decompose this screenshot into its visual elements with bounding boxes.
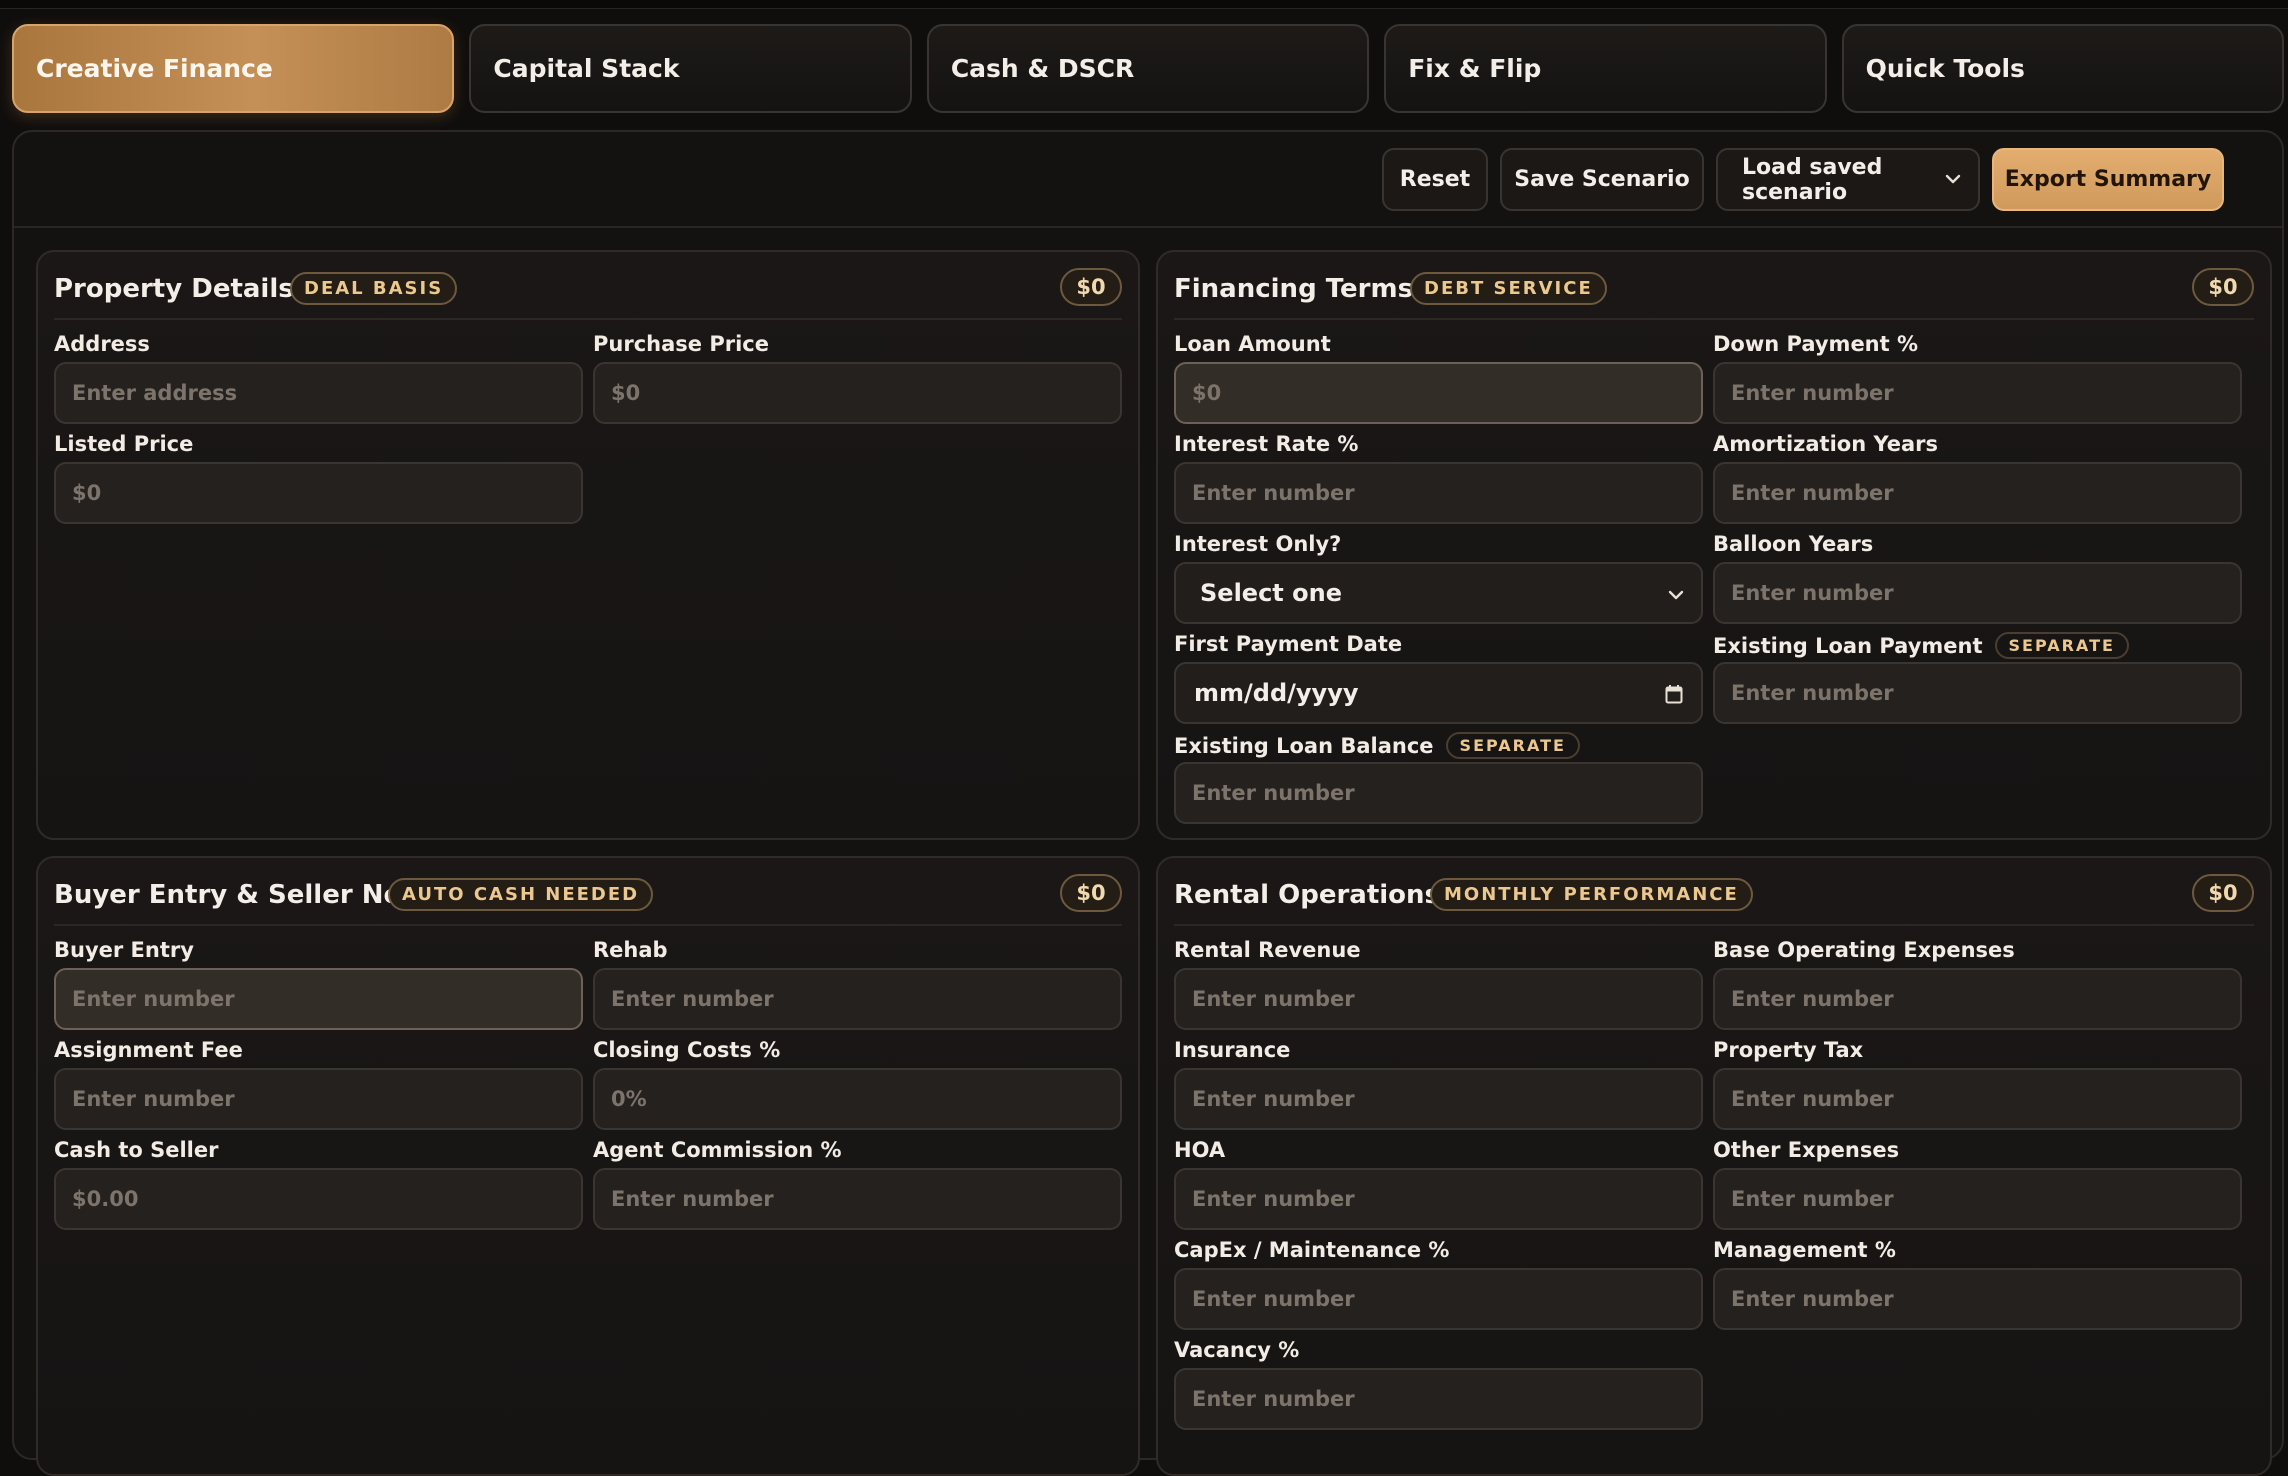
insurance-input[interactable]: Enter number [1174, 1068, 1703, 1130]
buyer-entry-input[interactable]: Enter number [54, 968, 583, 1030]
vacancy-label: Vacancy % [1174, 1338, 1300, 1362]
existing-loan-balance-text: Existing Loan Balance [1174, 734, 1434, 758]
load-scenario-select[interactable]: Load saved scenario [1716, 148, 1980, 211]
toolbar: Reset Save Scenario Load saved scenario … [14, 132, 2282, 228]
rental-revenue-input[interactable]: Enter number [1174, 968, 1703, 1030]
card-total-amount: $0 [2192, 268, 2254, 306]
calendar-icon[interactable] [1665, 684, 1683, 704]
rehab-label: Rehab [593, 938, 668, 962]
interest-only-select[interactable]: Select one [1174, 562, 1703, 624]
address-label: Address [54, 332, 150, 356]
card-title: Rental Operations [1174, 880, 1441, 910]
buyer-entry-label: Buyer Entry [54, 938, 194, 962]
existing-loan-balance-input[interactable]: Enter number [1174, 762, 1703, 824]
first-payment-date-input[interactable]: mm/dd/yyyy [1174, 662, 1703, 724]
chevron-down-icon [1668, 590, 1684, 600]
property-details-card: Property Details DEAL BASIS $0 Address E… [36, 250, 1140, 840]
tab-creative-finance[interactable]: Creative Finance [12, 24, 455, 113]
tab-fix-flip[interactable]: Fix & Flip [1384, 24, 1827, 113]
insurance-label: Insurance [1174, 1038, 1291, 1062]
tab-quick-tools[interactable]: Quick Tools [1841, 24, 2285, 113]
address-input[interactable]: Enter address [54, 362, 583, 424]
closing-costs-label: Closing Costs % [593, 1038, 781, 1062]
other-expenses-input[interactable]: Enter number [1713, 1168, 2242, 1230]
export-summary-button[interactable]: Export Summary [1992, 148, 2224, 211]
assignment-fee-input[interactable]: Enter number [54, 1068, 583, 1130]
card-title: Buyer Entry & Seller Net [54, 880, 414, 910]
amortization-input[interactable]: Enter number [1713, 462, 2242, 524]
rehab-input[interactable]: Enter number [593, 968, 1122, 1030]
existing-loan-payment-text: Existing Loan Payment [1713, 634, 1983, 658]
card-header: Financing Terms DEBT SERVICE $0 [1174, 268, 2254, 320]
calculator-tabs: Creative Finance Capital Stack Cash & DS… [12, 24, 2285, 113]
base-opex-label: Base Operating Expenses [1713, 938, 2015, 962]
tab-capital-stack[interactable]: Capital Stack [469, 24, 912, 113]
hoa-label: HOA [1174, 1138, 1226, 1162]
down-payment-label: Down Payment % [1713, 332, 1919, 356]
interest-only-label: Interest Only? [1174, 532, 1342, 556]
capex-label: CapEx / Maintenance % [1174, 1238, 1450, 1262]
card-total-amount: $0 [1060, 874, 1122, 912]
balloon-years-label: Balloon Years [1713, 532, 1874, 556]
card-title: Property Details [54, 274, 294, 304]
chevron-down-icon [1945, 174, 1961, 184]
loan-amount-label: Loan Amount [1174, 332, 1331, 356]
tab-cash-dscr[interactable]: Cash & DSCR [926, 24, 1370, 113]
assignment-fee-label: Assignment Fee [54, 1038, 243, 1062]
card-header: Property Details DEAL BASIS $0 [54, 268, 1122, 320]
first-payment-date-label: First Payment Date [1174, 632, 1403, 656]
base-opex-input[interactable]: Enter number [1713, 968, 2242, 1030]
balloon-years-input[interactable]: Enter number [1713, 562, 2242, 624]
buyer-entry-card: Buyer Entry & Seller Net AUTO CASH NEEDE… [36, 856, 1140, 1476]
separate-badge: SEPARATE [1994, 632, 2129, 659]
management-label: Management % [1713, 1238, 1896, 1262]
calculator-panel: Reset Save Scenario Load saved scenario … [12, 130, 2284, 1476]
existing-loan-balance-label: Existing Loan Balance SEPARATE [1174, 732, 1580, 759]
agent-commission-input[interactable]: Enter number [593, 1168, 1122, 1230]
listed-price-label: Listed Price [54, 432, 194, 456]
capex-input[interactable]: Enter number [1174, 1268, 1703, 1330]
agent-commission-label: Agent Commission % [593, 1138, 842, 1162]
window-top-bar [0, 0, 2288, 9]
cash-to-seller-input[interactable]: $0.00 [54, 1168, 583, 1230]
existing-loan-payment-input[interactable]: Enter number [1713, 662, 2242, 724]
card-total-amount: $0 [1060, 268, 1122, 306]
vacancy-input[interactable]: Enter number [1174, 1368, 1703, 1430]
interest-rate-label: Interest Rate % [1174, 432, 1359, 456]
loan-amount-input[interactable]: $0 [1174, 362, 1703, 424]
purchase-price-label: Purchase Price [593, 332, 769, 356]
rental-revenue-label: Rental Revenue [1174, 938, 1361, 962]
hoa-input[interactable]: Enter number [1174, 1168, 1703, 1230]
reset-button[interactable]: Reset [1382, 148, 1488, 211]
card-title: Financing Terms [1174, 274, 1414, 304]
amortization-label: Amortization Years [1713, 432, 1939, 456]
existing-loan-payment-label: Existing Loan Payment SEPARATE [1713, 632, 2129, 659]
save-scenario-button[interactable]: Save Scenario [1500, 148, 1704, 211]
rental-operations-card: Rental Operations MONTHLY PERFORMANCE $0… [1156, 856, 2272, 1476]
auto-cash-needed-badge: AUTO CASH NEEDED [388, 878, 654, 911]
purchase-price-input[interactable]: $0 [593, 362, 1122, 424]
down-payment-input[interactable]: Enter number [1713, 362, 2242, 424]
separate-badge: SEPARATE [1445, 732, 1580, 759]
interest-rate-input[interactable]: Enter number [1174, 462, 1703, 524]
first-payment-date-value: mm/dd/yyyy [1194, 679, 1359, 707]
other-expenses-label: Other Expenses [1713, 1138, 1900, 1162]
management-input[interactable]: Enter number [1713, 1268, 2242, 1330]
property-tax-input[interactable]: Enter number [1713, 1068, 2242, 1130]
card-total-amount: $0 [2192, 874, 2254, 912]
cash-to-seller-label: Cash to Seller [54, 1138, 219, 1162]
financing-terms-card: Financing Terms DEBT SERVICE $0 Loan Amo… [1156, 250, 2272, 840]
listed-price-input[interactable]: $0 [54, 462, 583, 524]
property-tax-label: Property Tax [1713, 1038, 1864, 1062]
monthly-performance-badge: MONTHLY PERFORMANCE [1430, 878, 1753, 911]
card-header: Rental Operations MONTHLY PERFORMANCE $0 [1174, 874, 2254, 926]
deal-basis-badge: DEAL BASIS [290, 272, 458, 305]
card-header: Buyer Entry & Seller Net AUTO CASH NEEDE… [54, 874, 1122, 926]
closing-costs-input[interactable]: 0% [593, 1068, 1122, 1130]
debt-service-badge: DEBT SERVICE [1410, 272, 1607, 305]
interest-only-value: Select one [1200, 579, 1342, 607]
